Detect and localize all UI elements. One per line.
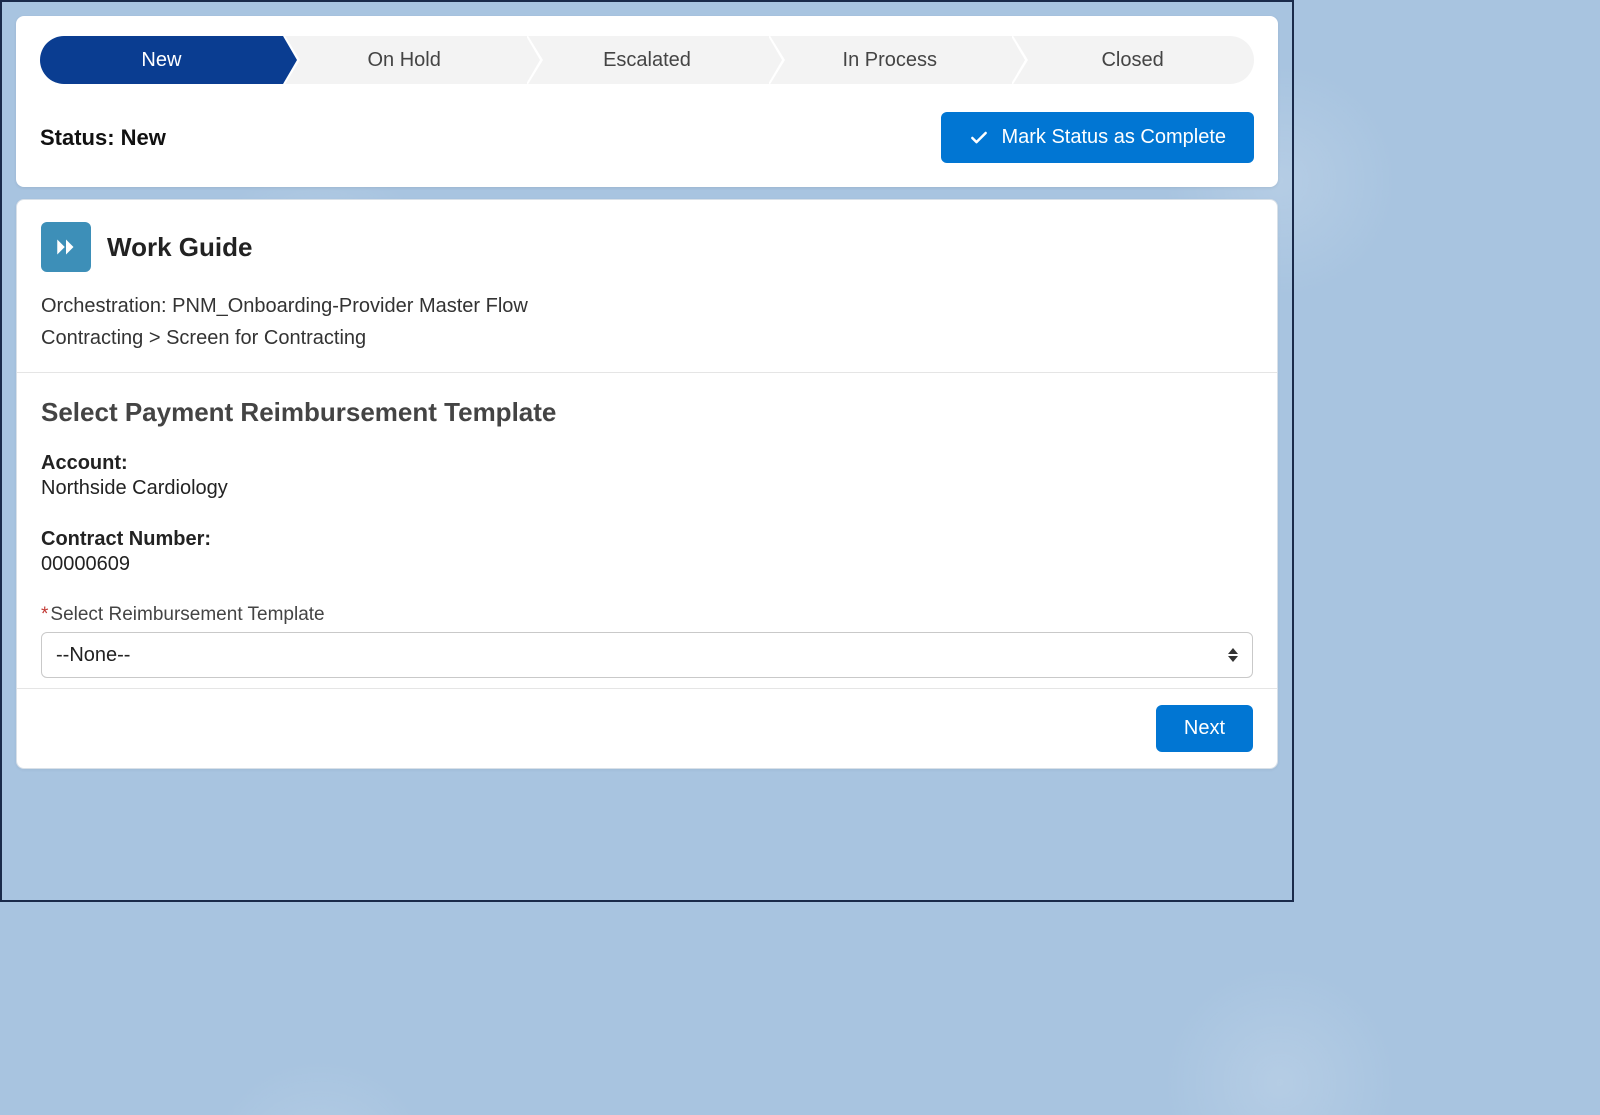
work-guide-icon: [41, 222, 91, 272]
breadcrumb-line: Contracting > Screen for Contracting: [41, 322, 1253, 354]
reimbursement-template-select[interactable]: --None--: [41, 632, 1253, 678]
path-step-label: Escalated: [603, 49, 691, 72]
status-row: Status: New Mark Status as Complete: [40, 112, 1254, 163]
required-indicator: *: [41, 604, 48, 625]
account-label: Account:: [41, 452, 1253, 475]
select-value: --None--: [56, 644, 130, 667]
status-path-card: New On Hold Escalated In Process Closed …: [16, 16, 1278, 187]
work-guide-body: Select Payment Reimbursement Template Ac…: [17, 373, 1277, 688]
contract-number-label: Contract Number:: [41, 528, 1253, 551]
path-step-label: In Process: [843, 49, 937, 72]
select-reimbursement-label: *Select Reimbursement Template: [41, 604, 1253, 626]
next-button[interactable]: Next: [1156, 705, 1253, 752]
section-title: Select Payment Reimbursement Template: [41, 397, 1253, 428]
path-step-new[interactable]: New: [40, 36, 283, 84]
work-guide-footer: Next: [17, 688, 1277, 768]
path-step-escalated[interactable]: Escalated: [526, 36, 769, 84]
select-label-text: Select Reimbursement Template: [50, 604, 324, 625]
status-text: Status: New: [40, 125, 166, 151]
orchestration-line: Orchestration: PNM_Onboarding-Provider M…: [41, 290, 1253, 322]
work-guide-title: Work Guide: [107, 232, 252, 263]
path-stepper: New On Hold Escalated In Process Closed: [40, 36, 1254, 84]
path-step-label: New: [141, 49, 181, 72]
mark-status-complete-button[interactable]: Mark Status as Complete: [941, 112, 1254, 163]
path-step-closed[interactable]: Closed: [1011, 36, 1254, 84]
check-icon: [969, 128, 989, 148]
account-value: Northside Cardiology: [41, 477, 1253, 500]
mark-complete-label: Mark Status as Complete: [1001, 126, 1226, 149]
select-arrows-icon: [1228, 648, 1238, 662]
work-guide-card: Work Guide Orchestration: PNM_Onboarding…: [16, 199, 1278, 769]
path-step-on-hold[interactable]: On Hold: [283, 36, 526, 84]
contract-number-value: 00000609: [41, 553, 1253, 576]
path-step-in-process[interactable]: In Process: [768, 36, 1011, 84]
work-guide-header: Work Guide Orchestration: PNM_Onboarding…: [17, 200, 1277, 372]
path-step-label: Closed: [1101, 49, 1163, 72]
path-step-label: On Hold: [368, 49, 441, 72]
reimbursement-template-field: *Select Reimbursement Template --None--: [41, 604, 1253, 678]
